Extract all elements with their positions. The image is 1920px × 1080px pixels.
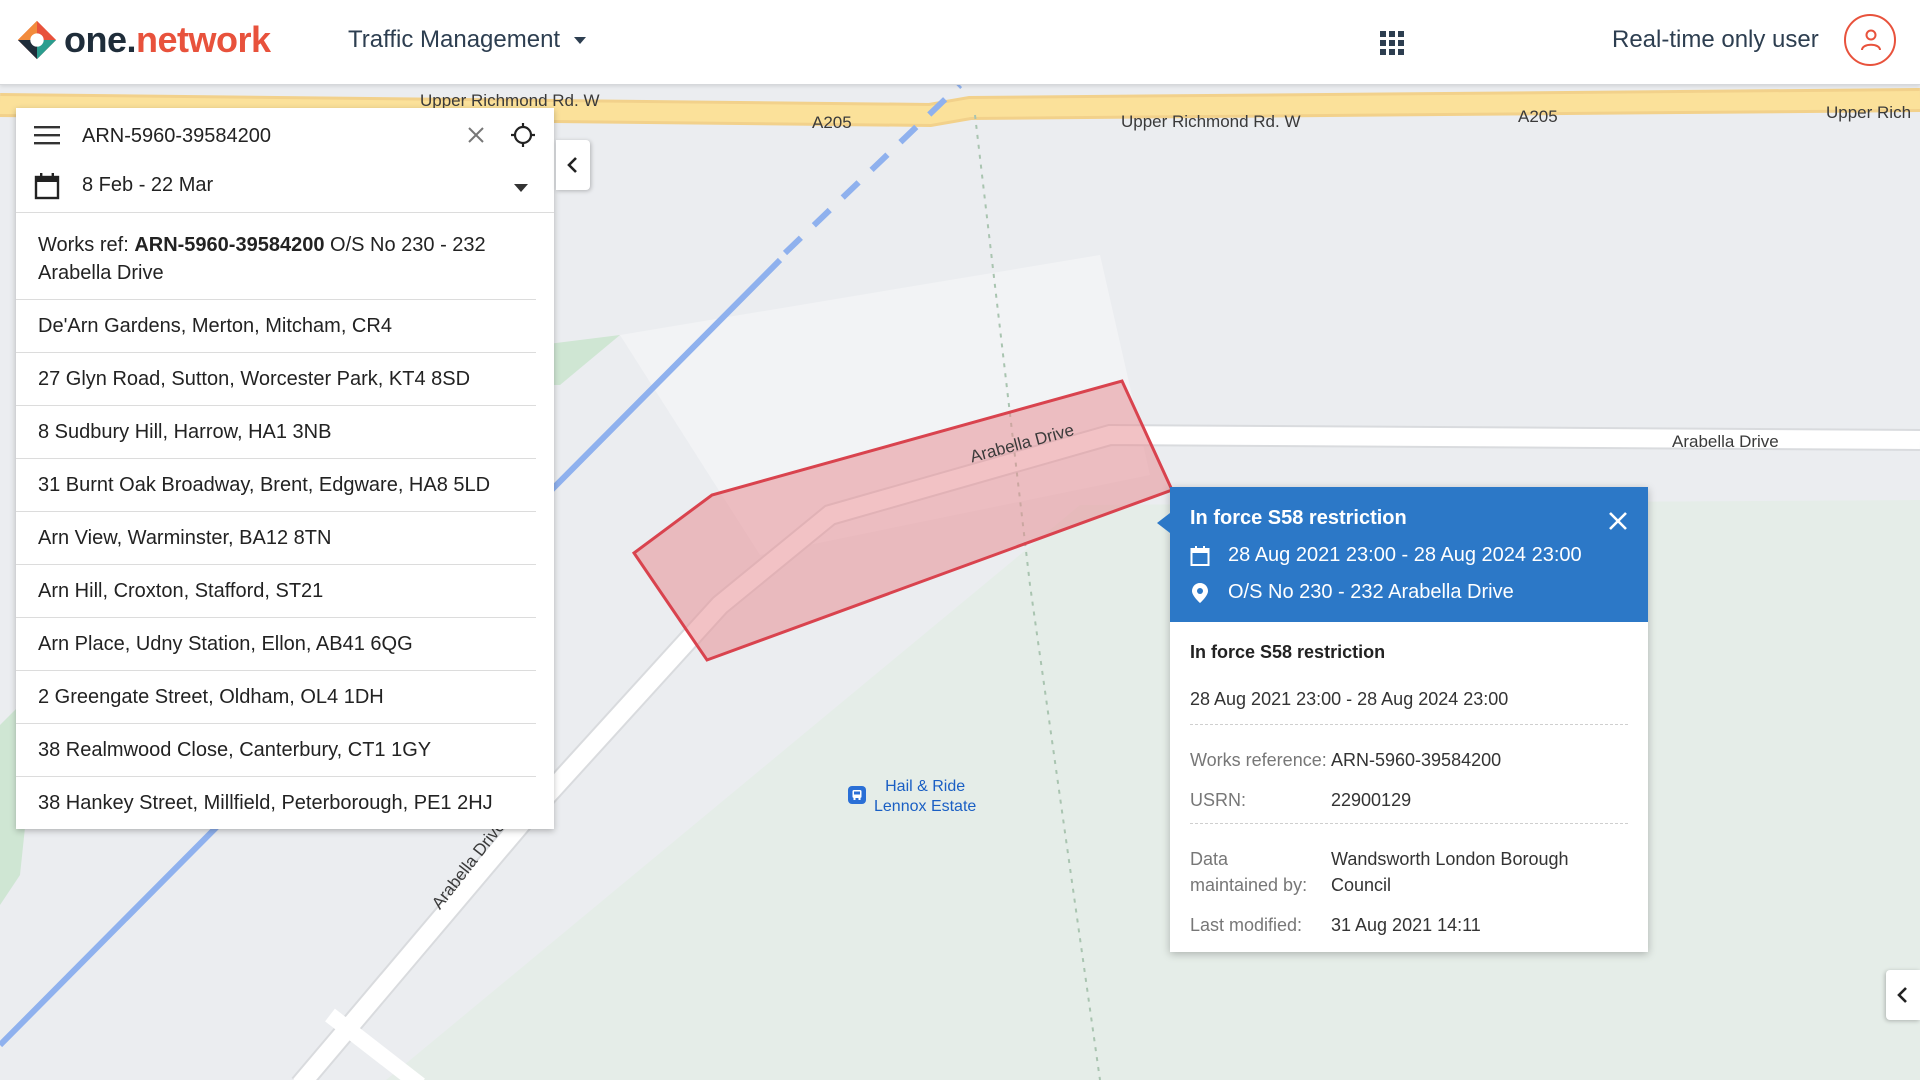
- list-item[interactable]: 31 Burnt Oak Broadway, Brent, Edgware, H…: [16, 459, 536, 512]
- last-modified-label: Last modified:: [1190, 915, 1303, 935]
- details-title: In force S58 restriction: [1190, 642, 1386, 662]
- calendar-icon: [1190, 545, 1210, 566]
- popup-location: O/S No 230 - 232 Arabella Drive: [1228, 581, 1514, 603]
- restriction-popup: In force S58 restriction 28 Aug 2021 23:…: [1170, 487, 1648, 952]
- poi-label: Hail & Ride Lennox Estate: [874, 778, 977, 815]
- chevron-left-icon: [567, 157, 577, 173]
- chevron-left-icon: [1897, 987, 1907, 1003]
- user-name[interactable]: Real-time only user: [1612, 26, 1819, 54]
- chevron-down-icon: [514, 184, 528, 192]
- maintained-by-row: Data maintained by: Wandsworth London Bo…: [1190, 846, 1628, 898]
- list-item[interactable]: Arn View, Warminster, BA12 8TN: [16, 512, 536, 565]
- road-label: Upper Rich: [1826, 103, 1912, 122]
- date-range-selector[interactable]: 8 Feb - 22 Mar: [16, 162, 554, 213]
- list-item[interactable]: 38 Realmwood Close, Canterbury, CT1 1GY: [16, 724, 536, 777]
- list-item[interactable]: Arn Hill, Croxton, Stafford, ST21: [16, 565, 536, 618]
- list-item[interactable]: 38 Hankey Street, Millfield, Peterboroug…: [16, 777, 536, 829]
- popup-dates-row: 28 Aug 2021 23:00 - 28 Aug 2024 23:00: [1190, 544, 1628, 567]
- apps-grid-icon[interactable]: [1380, 31, 1404, 55]
- poi-hail-ride[interactable]: Hail & Ride Lennox Estate: [848, 777, 976, 817]
- list-item[interactable]: 2 Greengate Street, Oldham, OL4 1DH: [16, 671, 536, 724]
- menu-icon[interactable]: [34, 125, 60, 145]
- search-panel: 8 Feb - 22 Mar Works ref: ARN-5960-39584…: [16, 108, 554, 829]
- collapse-panel-button[interactable]: [556, 140, 590, 190]
- crosshair-locate-icon[interactable]: [510, 122, 536, 148]
- user-icon: [1861, 29, 1881, 51]
- chevron-down-icon: [574, 36, 587, 44]
- bus-stop-icon: [848, 786, 866, 804]
- works-reference-row: Works reference: ARN-5960-39584200: [1190, 747, 1628, 773]
- works-reference-label: Works reference:: [1190, 750, 1327, 770]
- popup-title: In force S58 restriction: [1190, 507, 1407, 529]
- app-switcher-label: Traffic Management: [348, 26, 561, 53]
- popup-header: In force S58 restriction 28 Aug 2021 23:…: [1170, 487, 1648, 622]
- maintained-by-value: Wandsworth London Borough Council: [1331, 849, 1569, 895]
- search-results-list: Works ref: ARN-5960-39584200 O/S No 230 …: [16, 213, 536, 829]
- usrn-row: USRN: 22900129: [1190, 787, 1628, 813]
- date-range-text: 8 Feb - 22 Mar: [82, 174, 214, 196]
- popup-location-row: O/S No 230 - 232 Arabella Drive: [1190, 581, 1628, 604]
- road-label: Arabella Drive: [1672, 432, 1779, 451]
- calendar-icon: [34, 173, 60, 200]
- maintained-by-label: Data maintained by:: [1190, 849, 1308, 895]
- list-item[interactable]: Works ref: ARN-5960-39584200 O/S No 230 …: [16, 213, 536, 300]
- location-pin-icon: [1192, 582, 1208, 603]
- road-label: Upper Richmond Rd. W: [1121, 112, 1301, 131]
- usrn-label: USRN:: [1190, 790, 1247, 810]
- search-row: [16, 108, 554, 162]
- works-reference-value: ARN-5960-39584200: [1331, 750, 1502, 770]
- close-icon[interactable]: [1608, 511, 1628, 531]
- list-item[interactable]: 8 Sudbury Hill, Harrow, HA1 3NB: [16, 406, 536, 459]
- details-dates: 28 Aug 2021 23:00 - 28 Aug 2024 23:00: [1190, 689, 1628, 725]
- clear-search-icon[interactable]: [466, 125, 486, 145]
- logo-mark-icon: [17, 20, 57, 60]
- popup-details: In force S58 restriction 28 Aug 2021 23:…: [1170, 622, 1648, 952]
- last-modified-value: 31 Aug 2021 14:11: [1331, 915, 1481, 935]
- popup-dates: 28 Aug 2021 23:00 - 28 Aug 2024 23:00: [1228, 544, 1582, 566]
- road-label: A205: [812, 113, 852, 132]
- list-item[interactable]: Arn Place, Udny Station, Ellon, AB41 6QG: [16, 618, 536, 671]
- usrn-value: 22900129: [1331, 790, 1412, 810]
- app-header: one.network Traffic Management Real-time…: [0, 0, 1920, 85]
- road-label: A205: [1518, 107, 1558, 126]
- logo-text: one.network: [64, 19, 271, 60]
- list-item[interactable]: 27 Glyn Road, Sutton, Worcester Park, KT…: [16, 353, 536, 406]
- list-item[interactable]: De'Arn Gardens, Merton, Mitcham, CR4: [16, 300, 536, 353]
- search-input[interactable]: [80, 118, 464, 154]
- one-network-logo[interactable]: one.network: [16, 18, 271, 62]
- expand-right-panel-button[interactable]: [1886, 970, 1920, 1020]
- user-avatar[interactable]: [1844, 14, 1896, 66]
- divider: [1190, 823, 1628, 824]
- popup-pointer: [1157, 513, 1170, 533]
- app-switcher-dropdown[interactable]: Traffic Management: [348, 26, 587, 54]
- last-modified-row: Last modified: 31 Aug 2021 14:11: [1190, 912, 1628, 938]
